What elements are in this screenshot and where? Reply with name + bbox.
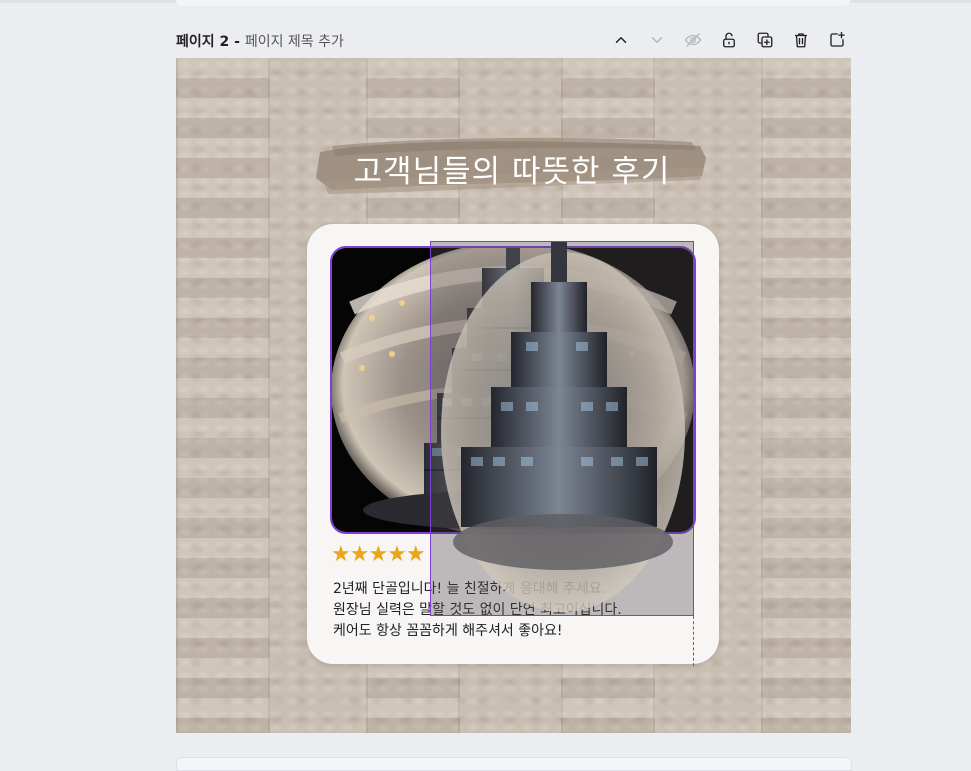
review-heading[interactable]: 고객님들의 따뜻한 후기	[312, 146, 712, 191]
add-page-button[interactable]	[825, 28, 849, 52]
delete-page-button[interactable]	[789, 28, 813, 52]
duplicate-page-icon	[757, 32, 773, 48]
eye-off-icon	[684, 33, 702, 47]
page-title-placeholder[interactable]: 페이지 제목 추가	[245, 34, 344, 50]
page-header: 페이지 2 - 페이지 제목 추가	[176, 28, 851, 52]
review-line: 케어도 항상 꼼꼼하게 해주셔서 좋아요!	[333, 623, 563, 639]
add-page-icon	[830, 31, 845, 47]
page-label[interactable]: 페이지 2 - 페이지 제목 추가	[176, 31, 344, 51]
move-page-up-button[interactable]	[609, 28, 633, 52]
knit-pattern	[761, 58, 851, 733]
dragged-image-preview	[441, 242, 685, 612]
star-rating[interactable]: ★★★★★	[331, 542, 426, 567]
lock-page-button[interactable]	[717, 28, 741, 52]
duplicate-page-button[interactable]	[753, 28, 777, 52]
knit-pattern	[176, 58, 270, 733]
snap-guide-line	[693, 616, 694, 666]
chevron-up-icon	[615, 37, 627, 43]
previous-page-edge	[176, 0, 850, 6]
trash-icon	[795, 33, 807, 48]
page-number: 페이지 2 -	[176, 34, 245, 50]
hide-page-button[interactable]	[681, 28, 705, 52]
lock-icon	[723, 32, 735, 48]
chevron-down-icon	[651, 37, 663, 43]
next-page-edge	[176, 757, 852, 771]
design-canvas[interactable]: 고객님들의 따뜻한 후기 ★★★★★ 2년째 단골입니다! 늘 친절하게 응대해…	[176, 58, 851, 733]
dragged-image-selection[interactable]	[430, 241, 694, 616]
move-page-down-button[interactable]	[645, 28, 669, 52]
